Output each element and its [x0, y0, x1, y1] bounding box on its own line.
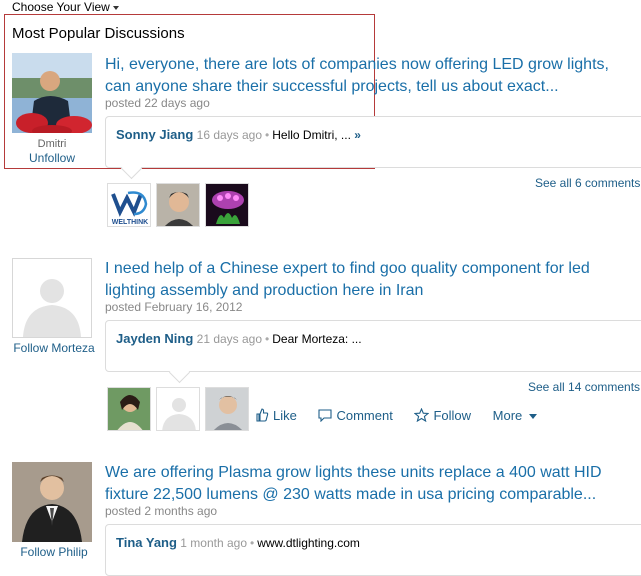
ghost-avatar-icon — [162, 398, 196, 430]
caret-down-icon — [528, 414, 537, 420]
comment-time: 21 days ago — [196, 332, 263, 346]
see-all-comments-link-2[interactable]: See all 14 comments — [528, 380, 640, 394]
commenter-name-link[interactable]: Sonny Jiang — [116, 127, 193, 142]
expand-comment-link[interactable]: » — [354, 128, 361, 142]
philip-photo-icon — [12, 462, 92, 542]
comment-button[interactable]: Comment — [318, 408, 396, 423]
svg-text:WELTHINK: WELTHINK — [112, 219, 148, 226]
separator-dot: • — [265, 128, 270, 142]
commenter-thumb-growlight[interactable] — [205, 183, 249, 227]
discussion-title-3[interactable]: We are offering Plasma grow lights these… — [105, 462, 635, 506]
comment-line-2: Jayden Ning 21 days ago • Dear Morteza: ..… — [116, 331, 362, 346]
thumbs-up-icon — [256, 408, 269, 422]
like-label: Like — [273, 408, 297, 423]
follow-morteza-link[interactable]: Follow Morteza — [12, 341, 96, 355]
latest-comment-2: Jayden Ning 21 days ago • Dear Morteza: ..… — [105, 320, 641, 372]
commenter-name-link[interactable]: Jayden Ning — [116, 331, 193, 346]
grow-light-photo-icon — [206, 184, 248, 226]
separator-dot: • — [265, 332, 270, 346]
section-title: Most Popular Discussions — [12, 25, 185, 42]
choose-view-label: Choose Your View — [12, 0, 110, 14]
see-all-comments-link-1[interactable]: See all 6 comments — [535, 176, 640, 190]
person-photo-icon — [157, 184, 199, 226]
more-label: More — [492, 408, 523, 423]
discussion-title-2[interactable]: I need help of a Chinese expert to find … — [105, 258, 635, 302]
follow-button[interactable]: Follow — [414, 407, 474, 423]
man-photo-icon — [206, 388, 248, 430]
author-name-dmitri: Dmitri — [37, 138, 67, 150]
posted-time-3: posted 2 months ago — [105, 504, 218, 518]
star-icon — [414, 407, 430, 423]
ghost-avatar-icon — [23, 279, 81, 337]
latest-comment-3: Tina Yang 1 month ago • www.dtlighting.com — [105, 524, 641, 576]
discussion-title-1[interactable]: Hi, everyone, there are lots of companie… — [105, 54, 635, 98]
follow-label: Follow — [433, 408, 472, 423]
posted-time-1: posted 22 days ago — [105, 96, 210, 110]
author-avatar-morteza[interactable] — [12, 258, 92, 338]
commenter-thumb-man[interactable] — [205, 387, 249, 431]
comment-snippet: Dear Morteza: ... — [272, 332, 362, 346]
comment-time: 1 month ago — [180, 536, 247, 550]
author-avatar-dmitri[interactable] — [12, 53, 92, 133]
caret-down-icon — [112, 5, 119, 10]
dmitri-photo-icon — [12, 53, 92, 133]
comment-label: Comment — [336, 408, 393, 423]
choose-view-dropdown[interactable]: Choose Your View — [12, 0, 119, 14]
speech-bubble-icon — [318, 409, 333, 423]
author-avatar-philip[interactable] — [12, 462, 92, 542]
welthink-logo-icon: WELTHINK — [108, 184, 150, 226]
commenter-thumb-woman[interactable] — [107, 387, 151, 431]
more-dropdown[interactable]: More — [493, 408, 537, 423]
discussion-actions: Like Comment Follow More — [255, 407, 555, 423]
separator-dot: • — [250, 536, 255, 550]
posted-time-2: posted February 16, 2012 — [105, 300, 243, 314]
comment-line-3: Tina Yang 1 month ago • www.dtlighting.com — [116, 535, 360, 550]
woman-photo-icon — [108, 388, 150, 430]
comment-snippet: www.dtlighting.com — [257, 536, 360, 550]
latest-comment-1: Sonny Jiang 16 days ago • Hello Dmitri, ..… — [105, 116, 641, 168]
comment-time: 16 days ago — [196, 128, 263, 142]
comment-snippet: Hello Dmitri, ... — [272, 128, 351, 142]
commenter-thumb-welthink[interactable]: WELTHINK — [107, 183, 151, 227]
unfollow-link[interactable]: Unfollow — [10, 151, 94, 165]
commenter-thumb-ghost[interactable] — [156, 387, 200, 431]
commenter-name-link[interactable]: Tina Yang — [116, 535, 177, 550]
comment-line-1: Sonny Jiang 16 days ago • Hello Dmitri, ..… — [116, 127, 361, 142]
like-button[interactable]: Like — [255, 408, 300, 423]
commenter-thumb-photo[interactable] — [156, 183, 200, 227]
